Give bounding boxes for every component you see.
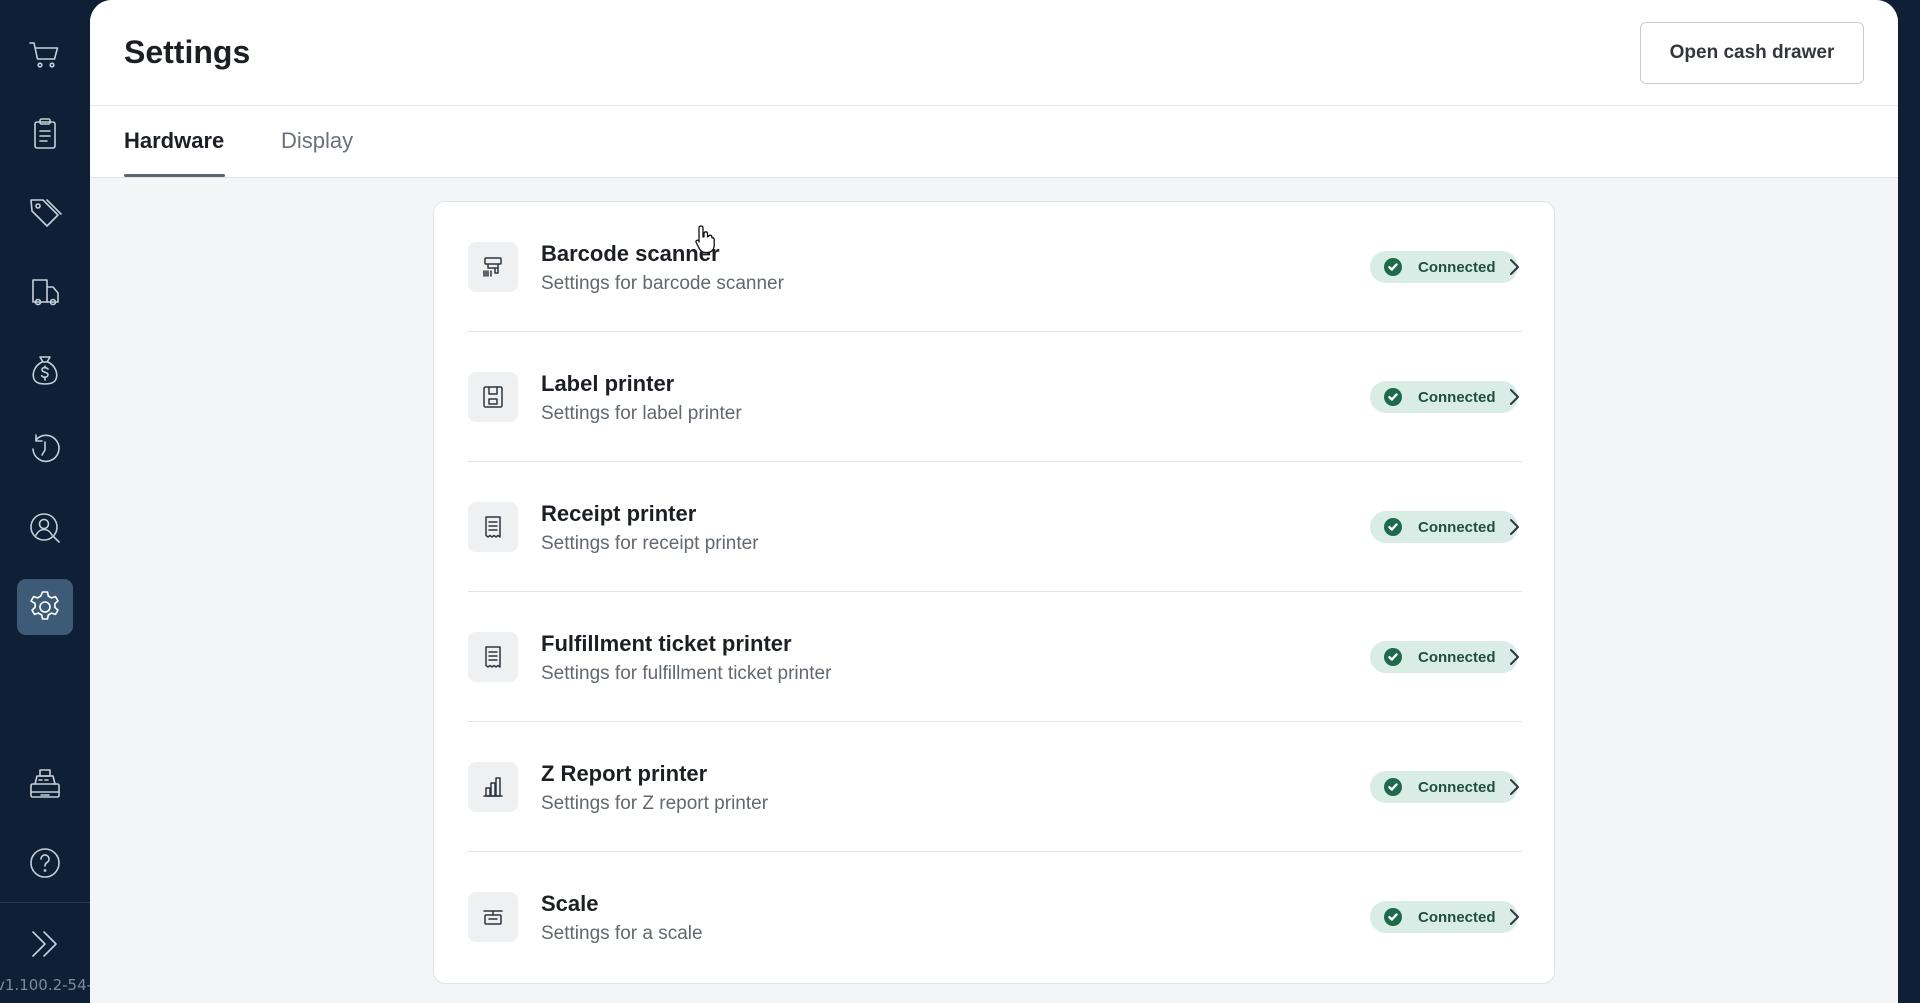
chevron-right-icon bbox=[1504, 386, 1524, 408]
row-subtitle: Settings for label printer bbox=[541, 403, 742, 424]
row-subtitle: Settings for Z report printer bbox=[541, 793, 769, 814]
chevron-right-icon bbox=[1504, 776, 1524, 798]
hardware-row-fulfillment-ticket-printer[interactable]: Fulfillment ticket printer Settings for … bbox=[468, 592, 1522, 722]
chevron-right-icon bbox=[1504, 516, 1524, 538]
help-icon bbox=[30, 848, 60, 878]
hardware-row-receipt-printer[interactable]: Receipt printer Settings for receipt pri… bbox=[468, 462, 1522, 592]
bar-chart-icon bbox=[468, 762, 518, 812]
sidebar-item-help[interactable] bbox=[17, 835, 73, 891]
check-icon bbox=[1384, 258, 1402, 276]
chevron-right-icon bbox=[1504, 906, 1524, 928]
row-title: Z Report printer bbox=[541, 761, 708, 786]
row-title: Barcode scanner bbox=[541, 241, 720, 266]
pointer-cursor-icon bbox=[694, 224, 716, 254]
sidebar-divider bbox=[0, 902, 90, 903]
row-title: Label printer bbox=[541, 371, 675, 396]
main-panel: Settings Open cash drawer Hardware Displ… bbox=[90, 0, 1898, 1003]
sidebar-expand-button[interactable] bbox=[17, 916, 73, 972]
sidebar-item-settings[interactable] bbox=[17, 579, 73, 635]
status-badge: Connected bbox=[1370, 901, 1518, 933]
hardware-row-z-report-printer[interactable]: Z Report printer Settings for Z report p… bbox=[468, 722, 1522, 852]
status-badge: Connected bbox=[1370, 511, 1518, 543]
check-icon bbox=[1384, 518, 1402, 536]
expand-icon bbox=[32, 931, 57, 957]
sidebar: v1.100.2-54- bbox=[0, 0, 90, 1003]
money-bag-icon bbox=[32, 356, 58, 385]
row-title: Receipt printer bbox=[541, 501, 697, 526]
active-tab-indicator bbox=[124, 174, 225, 177]
tab-hardware[interactable]: Hardware bbox=[124, 128, 224, 154]
receipt-icon bbox=[468, 502, 518, 552]
sidebar-item-register[interactable] bbox=[17, 756, 73, 812]
check-icon bbox=[1384, 388, 1402, 406]
scale-icon bbox=[468, 892, 518, 942]
cash-register-icon bbox=[30, 769, 60, 798]
gear-icon bbox=[30, 591, 59, 620]
tag-icon bbox=[30, 199, 62, 227]
row-subtitle: Settings for receipt printer bbox=[541, 533, 759, 554]
check-icon bbox=[1384, 908, 1402, 926]
sidebar-item-history[interactable] bbox=[17, 421, 73, 477]
cart-icon bbox=[29, 42, 59, 68]
sidebar-item-shipping[interactable] bbox=[17, 264, 73, 320]
row-title: Scale bbox=[541, 891, 599, 916]
clipboard-icon bbox=[34, 118, 56, 149]
truck-icon bbox=[32, 279, 59, 306]
sidebar-item-orders[interactable] bbox=[17, 106, 73, 162]
customer-search-icon bbox=[30, 513, 60, 543]
page-header: Settings Open cash drawer bbox=[90, 0, 1898, 106]
page-title: Settings bbox=[124, 34, 251, 70]
status-badge: Connected bbox=[1370, 381, 1518, 413]
row-title: Fulfillment ticket printer bbox=[541, 631, 792, 656]
open-cash-drawer-button[interactable]: Open cash drawer bbox=[1640, 22, 1864, 84]
hardware-row-scale[interactable]: Scale Settings for a scale Connected bbox=[468, 852, 1522, 982]
receipt-icon bbox=[468, 632, 518, 682]
label-printer-icon bbox=[468, 372, 518, 422]
hardware-row-barcode-scanner[interactable]: Barcode scanner Settings for barcode sca… bbox=[468, 202, 1522, 332]
app-version: v1.100.2-54- bbox=[0, 976, 90, 994]
check-icon bbox=[1384, 778, 1402, 796]
sidebar-item-products[interactable] bbox=[17, 185, 73, 241]
sidebar-item-cart[interactable] bbox=[17, 27, 73, 83]
chevron-right-icon bbox=[1504, 256, 1524, 278]
hardware-list: Barcode scanner Settings for barcode sca… bbox=[433, 201, 1555, 984]
check-icon bbox=[1384, 648, 1402, 666]
hardware-row-label-printer[interactable]: Label printer Settings for label printer… bbox=[468, 332, 1522, 462]
status-badge: Connected bbox=[1370, 251, 1518, 283]
row-subtitle: Settings for a scale bbox=[541, 923, 703, 944]
status-badge: Connected bbox=[1370, 771, 1518, 803]
sidebar-item-finances[interactable] bbox=[17, 342, 73, 398]
chevron-right-icon bbox=[1504, 646, 1524, 668]
row-subtitle: Settings for barcode scanner bbox=[541, 273, 784, 294]
barcode-scanner-icon bbox=[468, 242, 518, 292]
sidebar-item-customers[interactable] bbox=[17, 500, 73, 556]
history-icon bbox=[32, 434, 60, 463]
settings-tabs: Hardware Display bbox=[90, 106, 1898, 178]
status-badge: Connected bbox=[1370, 641, 1518, 673]
tab-display[interactable]: Display bbox=[281, 128, 353, 154]
row-subtitle: Settings for fulfillment ticket printer bbox=[541, 663, 832, 684]
